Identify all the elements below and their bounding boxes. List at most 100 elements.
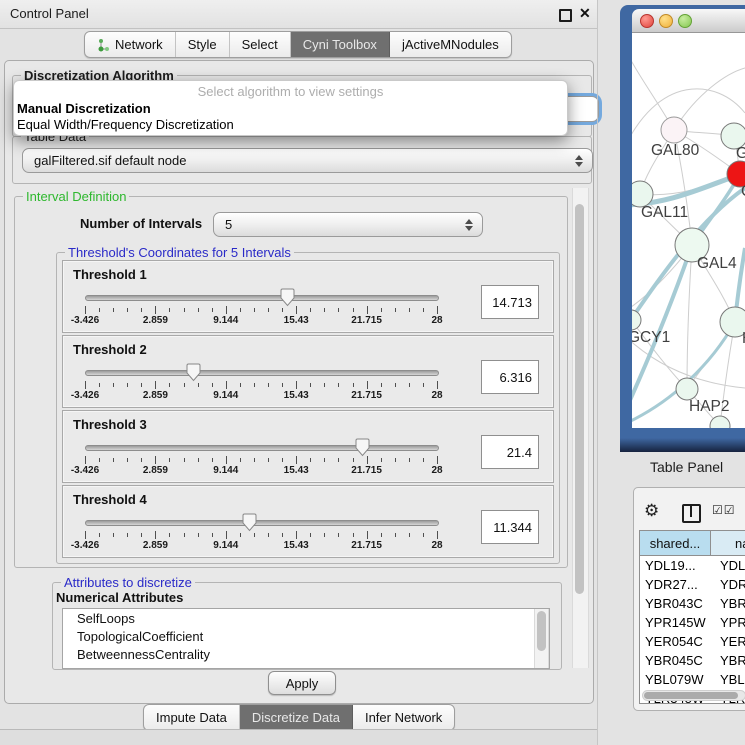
stepper-icon <box>465 219 473 231</box>
slider-track[interactable] <box>85 445 439 451</box>
table-cell[interactable]: YDR2 <box>711 577 745 592</box>
tab-infer-network[interactable]: Infer Network <box>353 705 454 730</box>
network-icon <box>97 38 110 52</box>
column-header-shared-name[interactable]: shared... <box>640 531 711 555</box>
select-columns-icon[interactable]: ☑☑ <box>712 503 736 517</box>
node-label: GAL4 <box>697 255 737 272</box>
table-cell[interactable]: YER054C <box>640 634 711 649</box>
slider-thumb[interactable] <box>355 438 370 457</box>
threshold-slider[interactable]: -3.4262.8599.14415.4321.71528 <box>85 362 437 402</box>
dropdown-option-equal-width[interactable]: Equal Width/Frequency Discretization <box>17 117 234 132</box>
close-icon[interactable]: ✕ <box>579 5 591 22</box>
split-columns-icon[interactable] <box>682 504 701 523</box>
settings-scrollbar[interactable] <box>572 188 589 668</box>
top-tabbar: Network Style Select Cyni Toolbox jActiv… <box>84 31 512 58</box>
settings-scrollbar-thumb[interactable] <box>575 204 584 594</box>
node-gcy1[interactable] <box>632 310 641 330</box>
network-canvas[interactable]: GAL80 G C GAL11 GAL4 GCY1 H HAP2 <box>632 33 745 428</box>
tab-jactivemnodules[interactable]: jActiveMNodules <box>390 32 511 57</box>
table-cell[interactable]: YPR1 <box>711 615 745 630</box>
column-header-name[interactable]: na <box>711 531 745 555</box>
network-window-titlebar[interactable] <box>632 9 745 33</box>
slider-track[interactable] <box>85 370 439 376</box>
node-table[interactable]: shared... na YDL19...YDL1YDR27...YDR2YBR… <box>639 530 745 704</box>
slider-ticks <box>85 455 437 464</box>
table-cell[interactable]: YBR0 <box>711 653 745 668</box>
stepper-icon <box>575 155 583 167</box>
slider-ticks <box>85 380 437 389</box>
float-window-icon[interactable] <box>559 9 572 22</box>
table-row[interactable]: YDR27...YDR2 <box>640 575 745 594</box>
table-cell[interactable]: YBR0 <box>711 596 745 611</box>
apply-button[interactable]: Apply <box>268 671 336 695</box>
dropdown-option-manual[interactable]: Manual Discretization <box>17 101 151 116</box>
table-cell[interactable]: YBL079W <box>640 672 711 687</box>
close-traffic-light-icon[interactable] <box>640 14 654 28</box>
table-cell[interactable]: YBL0 <box>711 672 745 687</box>
threshold-value-field[interactable]: 21.4 <box>481 435 539 469</box>
tab-discretize-data[interactable]: Discretize Data <box>240 705 353 730</box>
slider-track[interactable] <box>85 520 439 526</box>
tab-network[interactable]: Network <box>85 32 176 57</box>
bottom-strip <box>0 729 598 745</box>
network-nodes[interactable] <box>632 117 745 428</box>
table-cell[interactable]: YBR043C <box>640 596 711 611</box>
dropdown-placeholder: Select algorithm to view settings <box>14 84 567 99</box>
table-row[interactable]: YBR043CYBR0 <box>640 594 745 613</box>
threshold-slider[interactable]: -3.4262.8599.14415.4321.71528 <box>85 512 437 552</box>
threshold-slider[interactable]: -3.4262.8599.14415.4321.71528 <box>85 437 437 477</box>
num-intervals-combobox[interactable]: 5 <box>213 212 483 237</box>
table-row[interactable]: YBL079WYBL0 <box>640 670 745 689</box>
zoom-traffic-light-icon[interactable] <box>678 14 692 28</box>
minimize-traffic-light-icon[interactable] <box>659 14 673 28</box>
threshold-value-field[interactable]: 6.316 <box>481 360 539 394</box>
gear-icon[interactable]: ⚙ <box>644 501 659 521</box>
threshold-value-field[interactable]: 14.713 <box>481 285 539 319</box>
num-intervals-label: Number of Intervals <box>80 216 202 231</box>
threshold-value-field[interactable]: 11.344 <box>481 510 539 544</box>
tab-impute-data[interactable]: Impute Data <box>144 705 240 730</box>
node-label: C <box>741 183 745 200</box>
list-item[interactable]: SelfLoops <box>63 609 549 627</box>
table-cell[interactable]: YDL19... <box>640 558 711 573</box>
slider-track[interactable] <box>85 295 439 301</box>
slider-thumb[interactable] <box>186 363 201 382</box>
table-cell[interactable]: YPR145W <box>640 615 711 630</box>
group-title: Threshold's Coordinates for 5 Intervals <box>65 245 294 260</box>
slider-thumb[interactable] <box>242 513 257 532</box>
table-cell[interactable]: YBR045C <box>640 653 711 668</box>
slider-tick-labels: -3.4262.8599.14415.4321.71528 <box>85 390 437 402</box>
table-cell[interactable]: YER0 <box>711 634 745 649</box>
node-hap2[interactable] <box>676 378 698 400</box>
slider-ticks <box>85 305 437 314</box>
network-graph: GAL80 G C GAL11 GAL4 GCY1 H HAP2 <box>632 33 745 428</box>
table-cell[interactable]: YDL1 <box>711 558 745 573</box>
slider-ticks <box>85 530 437 539</box>
list-item[interactable]: TopologicalCoefficient <box>63 627 549 645</box>
tab-select[interactable]: Select <box>230 32 291 57</box>
attributes-scrollbar[interactable] <box>534 609 549 668</box>
threshold-slider[interactable]: -3.4262.8599.14415.4321.71528 <box>85 287 437 327</box>
table-data-combobox[interactable]: galFiltered.sif default node <box>22 148 593 173</box>
tab-label: Network <box>115 37 163 52</box>
tab-label: Impute Data <box>156 710 227 725</box>
table-row[interactable]: YPR145WYPR1 <box>640 613 745 632</box>
table-hscrollbar-thumb[interactable] <box>644 692 738 699</box>
threshold-label: Threshold 1 <box>73 267 147 282</box>
table-row[interactable]: YDL19...YDL1 <box>640 556 745 575</box>
table-data-value: galFiltered.sif default node <box>34 153 186 168</box>
slider-thumb[interactable] <box>280 288 295 307</box>
table-hscrollbar[interactable] <box>642 690 745 701</box>
attributes-list[interactable]: SelfLoops TopologicalCoefficient Between… <box>62 608 550 669</box>
table-body: YDL19...YDL1YDR27...YDR2YBR043CYBR0YPR14… <box>640 556 745 704</box>
node-gal80[interactable] <box>661 117 687 143</box>
tab-cyni-toolbox[interactable]: Cyni Toolbox <box>291 32 390 57</box>
list-item[interactable]: BetweennessCentrality <box>63 645 549 663</box>
attributes-scrollbar-thumb[interactable] <box>537 611 546 651</box>
table-cell[interactable]: YDR27... <box>640 577 711 592</box>
table-row[interactable]: YER054CYER0 <box>640 632 745 651</box>
threshold-label: Threshold 3 <box>73 417 147 432</box>
table-row[interactable]: YBR045CYBR0 <box>640 651 745 670</box>
tab-style[interactable]: Style <box>176 32 230 57</box>
tab-label: Discretize Data <box>252 710 340 725</box>
